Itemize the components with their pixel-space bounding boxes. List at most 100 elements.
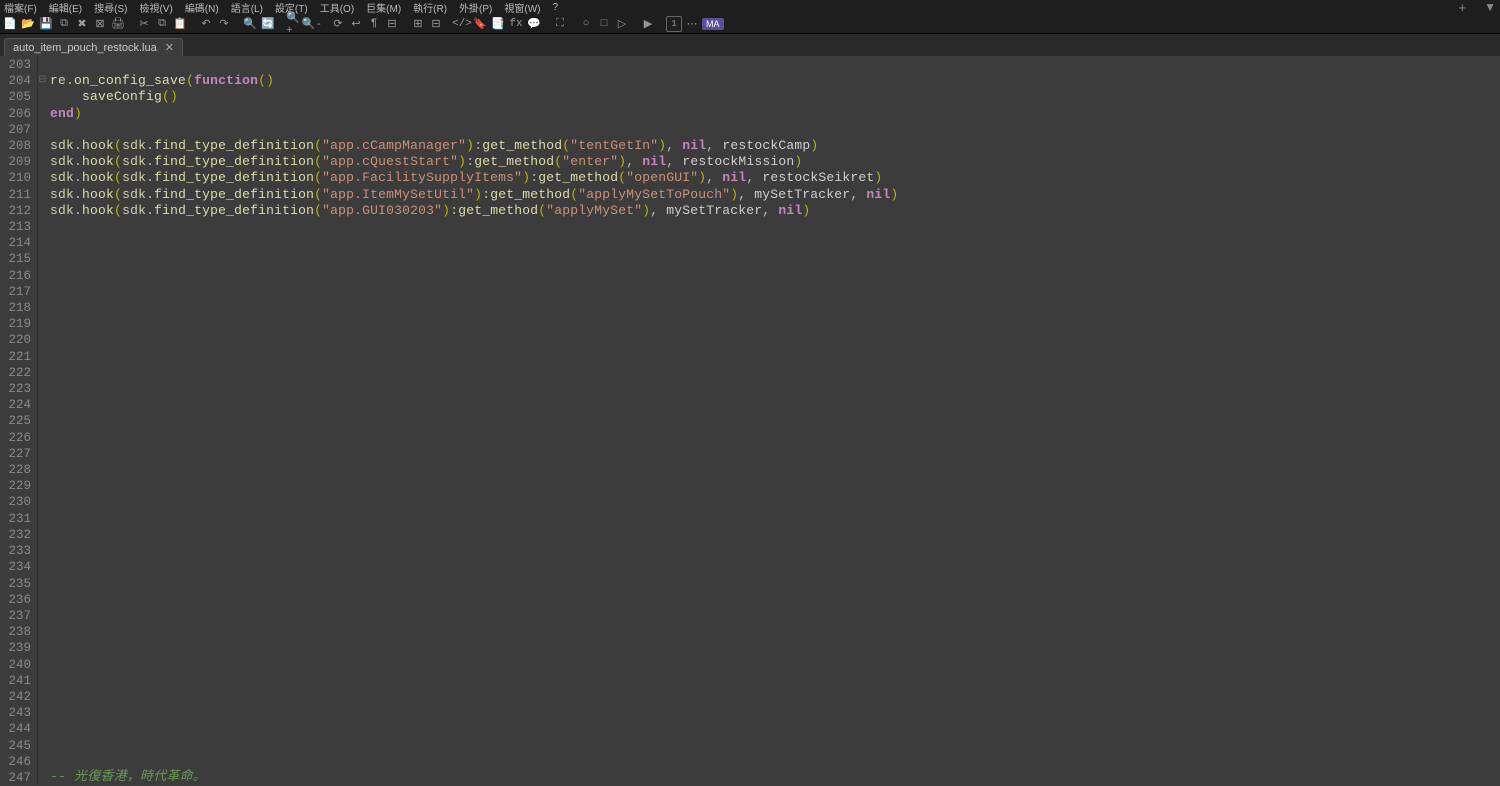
code-line[interactable] [50,559,1500,575]
menu-item[interactable]: 語言(L) [231,0,263,15]
fold-icon[interactable]: ⊞ [410,16,426,32]
paste-icon[interactable]: 📋 [172,16,188,32]
zoom-in-icon[interactable]: 🔍+ [286,16,302,32]
show-all-icon[interactable]: ¶ [366,16,382,32]
menu-item[interactable]: 檔案(F) [4,0,37,15]
code-line[interactable] [50,510,1500,526]
menu-item[interactable]: 巨集(M) [366,0,401,15]
code-line[interactable] [50,348,1500,364]
fx-icon[interactable]: fx [508,16,524,32]
menu-item[interactable]: 檢視(V) [139,0,172,15]
code-line[interactable] [50,332,1500,348]
code-line[interactable] [50,57,1500,73]
menu-item[interactable]: 外掛(P) [459,0,492,15]
tab-dropdown-arrow[interactable]: ▼ [1484,0,1496,14]
code-line[interactable] [50,251,1500,267]
code-line[interactable] [50,705,1500,721]
code-line[interactable] [50,607,1500,623]
indent-guide-icon[interactable]: ⊟ [384,16,400,32]
code-line[interactable] [50,397,1500,413]
code-line[interactable] [50,429,1500,445]
code-line[interactable] [50,446,1500,462]
code-line[interactable] [50,591,1500,607]
func-list-icon[interactable]: 📑 [490,16,506,32]
code-line[interactable] [50,219,1500,235]
code-line[interactable] [50,267,1500,283]
code-line[interactable] [50,284,1500,300]
code-line[interactable] [50,688,1500,704]
code-line[interactable] [50,462,1500,478]
encoding-pill[interactable]: MA [702,18,724,30]
menu-item[interactable]: 搜尋(S) [94,0,127,15]
save-icon[interactable]: 💾 [38,16,54,32]
stop-icon[interactable]: □ [596,16,612,32]
code-line[interactable]: saveConfig() [50,89,1500,105]
fullscreen-icon[interactable]: ⛶ [552,16,568,32]
code-line[interactable] [50,656,1500,672]
open-file-icon[interactable]: 📂 [20,16,36,32]
code-line[interactable] [50,737,1500,753]
run-icon[interactable]: ▶ [640,16,656,32]
code-icon[interactable]: </> [454,16,470,32]
code-line[interactable] [50,672,1500,688]
code-line[interactable] [50,381,1500,397]
undo-icon[interactable]: ↶ [198,16,214,32]
code-line[interactable] [50,721,1500,737]
code-line[interactable] [50,316,1500,332]
code-line[interactable]: sdk.hook(sdk.find_type_definition("app.G… [50,203,1500,219]
close-icon[interactable]: ✖ [74,16,90,32]
code-line[interactable] [50,526,1500,542]
code-line[interactable] [50,753,1500,769]
code-line[interactable]: re.on_config_save(function() [50,73,1500,89]
dash-icon[interactable]: ⋯ [684,16,700,32]
new-tab-plus[interactable]: + [1459,0,1467,15]
new-file-icon[interactable]: 📄 [2,16,18,32]
tab-active[interactable]: auto_item_pouch_restock.lua ✕ [4,38,183,56]
cut-icon[interactable]: ✂ [136,16,152,32]
code-line[interactable] [50,543,1500,559]
save-all-icon[interactable]: ⧉ [56,16,72,32]
copy-icon[interactable]: ⧉ [154,16,170,32]
code-line[interactable] [50,624,1500,640]
zoom-out-icon[interactable]: 🔍- [304,16,320,32]
menu-item[interactable]: 工具(O) [320,0,354,15]
code-line[interactable] [50,365,1500,381]
sync-icon[interactable]: ⟳ [330,16,346,32]
fold-gutter[interactable]: ⊟ [38,56,50,785]
line-number-icon[interactable]: 1 [666,16,682,32]
bookmark-icon[interactable]: 🔖 [472,16,488,32]
code-area[interactable]: re.on_config_save(function() saveConfig(… [50,56,1500,785]
menu-item[interactable]: 執行(R) [413,0,447,15]
code-line[interactable]: sdk.hook(sdk.find_type_definition("app.c… [50,154,1500,170]
play-icon[interactable]: ▷ [614,16,630,32]
code-line[interactable]: sdk.hook(sdk.find_type_definition("app.c… [50,138,1500,154]
code-line[interactable]: sdk.hook(sdk.find_type_definition("app.I… [50,187,1500,203]
code-line[interactable] [50,235,1500,251]
code-line[interactable]: end) [50,106,1500,122]
menu-item[interactable]: ? [553,2,559,13]
menu-item[interactable]: 編碼(N) [185,0,219,15]
search-icon[interactable]: 🔍 [242,16,258,32]
menu-item[interactable]: 編輯(E) [49,0,82,15]
code-line[interactable] [50,478,1500,494]
replace-icon[interactable]: 🔄 [260,16,276,32]
menu-item[interactable]: 視窗(W) [504,0,540,15]
record-icon[interactable]: ○ [578,16,594,32]
editor[interactable]: 2032042052062072082092102112122132142152… [0,56,1500,785]
comment-icon[interactable]: 💬 [526,16,542,32]
code-line[interactable] [50,575,1500,591]
code-line[interactable]: sdk.hook(sdk.find_type_definition("app.F… [50,170,1500,186]
close-all-icon[interactable]: ⊠ [92,16,108,32]
wordwrap-icon[interactable]: ↩ [348,16,364,32]
code-line[interactable] [50,122,1500,138]
redo-icon[interactable]: ↷ [216,16,232,32]
code-line[interactable]: -- 光復香港，時代革命。 [50,769,1500,785]
unfold-icon[interactable]: ⊟ [428,16,444,32]
menubar: 檔案(F)編輯(E)搜尋(S)檢視(V)編碼(N)語言(L)設定(T)工具(O)… [0,0,1500,14]
print-icon[interactable]: 🖨 [110,16,126,32]
code-line[interactable] [50,413,1500,429]
code-line[interactable] [50,494,1500,510]
code-line[interactable] [50,300,1500,316]
tab-close-icon[interactable]: ✕ [165,41,174,54]
code-line[interactable] [50,640,1500,656]
